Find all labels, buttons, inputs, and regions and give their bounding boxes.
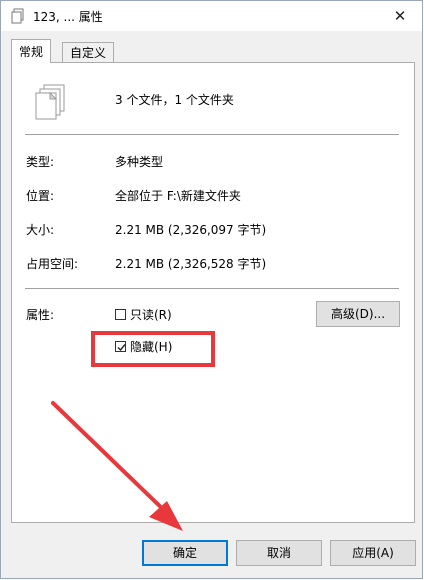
ok-button[interactable]: 确定 [142, 540, 228, 566]
window-title: 123, ... 属性 [33, 10, 103, 24]
tab-custom[interactable]: 自定义 [62, 42, 115, 63]
highlight-annotation [91, 331, 215, 367]
advanced-button[interactable]: 高级(D)... [316, 301, 400, 327]
tab-general[interactable]: 常规 [11, 39, 52, 63]
arrow-annotation [51, 401, 183, 531]
location-value: 全部位于 F:\新建文件夹 [115, 189, 241, 203]
files-icon [11, 8, 24, 24]
title-bar[interactable]: 123, ... 属性 ✕ [1, 1, 422, 31]
separator [25, 134, 399, 135]
disk-size-label: 占用空间: [26, 257, 79, 271]
size-value: 2.21 MB (2,326,097 字节) [115, 223, 267, 237]
tab-general-label: 常规 [19, 45, 44, 59]
close-icon: ✕ [393, 7, 407, 25]
multiple-files-icon [35, 84, 65, 120]
type-value: 多种类型 [115, 155, 164, 169]
tab-custom-label: 自定义 [70, 46, 107, 60]
readonly-checkbox[interactable] [115, 309, 126, 320]
type-label: 类型: [26, 155, 55, 169]
properties-window: 123, ... 属性 ✕ 常规 自定义 3 个文件，1 个文件夹 类型: 多种… [0, 0, 423, 579]
separator [25, 288, 399, 289]
close-button[interactable]: ✕ [378, 1, 422, 31]
cancel-button[interactable]: 取消 [236, 540, 322, 566]
size-label: 大小: [26, 223, 55, 237]
readonly-label[interactable]: 只读(R) [130, 306, 172, 323]
selection-summary: 3 个文件，1 个文件夹 [115, 93, 234, 107]
apply-button[interactable]: 应用(A) [330, 540, 416, 566]
location-label: 位置: [26, 189, 55, 203]
disk-size-value: 2.21 MB (2,326,528 字节) [115, 257, 267, 271]
attributes-label: 属性: [26, 308, 55, 322]
